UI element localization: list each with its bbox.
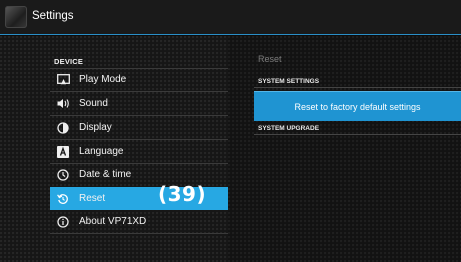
sidebar-item-label: Play Mode: [79, 74, 127, 85]
app-title: Settings: [32, 10, 74, 22]
clock-icon: [56, 168, 70, 182]
system-settings-header: SYSTEM SETTINGS: [258, 78, 320, 85]
sidebar-item-sound[interactable]: Sound: [50, 92, 228, 115]
sidebar-item-label: Sound: [79, 98, 108, 109]
brightness-icon: [56, 121, 70, 135]
main-panel: [228, 36, 461, 262]
sidebar-item-play-mode[interactable]: Play Mode: [50, 68, 228, 91]
sidebar-item-display[interactable]: Display: [50, 116, 228, 139]
factory-reset-label: Reset to factory default settings: [294, 101, 421, 112]
sidebar-section-header: DEVICE: [54, 57, 84, 66]
speaker-icon: [56, 97, 70, 111]
sidebar-item-label: Language: [79, 146, 124, 157]
system-upgrade-header: SYSTEM UPGRADE: [258, 125, 320, 132]
sidebar-item-language[interactable]: Language: [50, 140, 228, 163]
info-icon: [56, 215, 70, 229]
section-divider: [254, 134, 461, 135]
sidebar-item-label: Display: [79, 122, 112, 133]
settings-app-icon[interactable]: [5, 6, 27, 28]
play-mode-icon: [56, 73, 70, 87]
section-divider: [254, 87, 461, 88]
title-bar: Settings: [0, 0, 461, 35]
sidebar-item-label: Date & time: [79, 169, 132, 180]
reset-icon: [56, 192, 70, 206]
page-title: Reset: [258, 54, 282, 64]
sidebar-item-label: About VP71XD: [79, 216, 147, 227]
sidebar-item-about[interactable]: About VP71XD: [50, 210, 228, 233]
sidebar-item-label: Reset: [79, 193, 106, 204]
item-divider: [50, 233, 228, 234]
factory-reset-button[interactable]: Reset to factory default settings: [254, 91, 461, 121]
step-number-overlay: (39): [158, 182, 207, 206]
language-icon: [56, 145, 70, 159]
